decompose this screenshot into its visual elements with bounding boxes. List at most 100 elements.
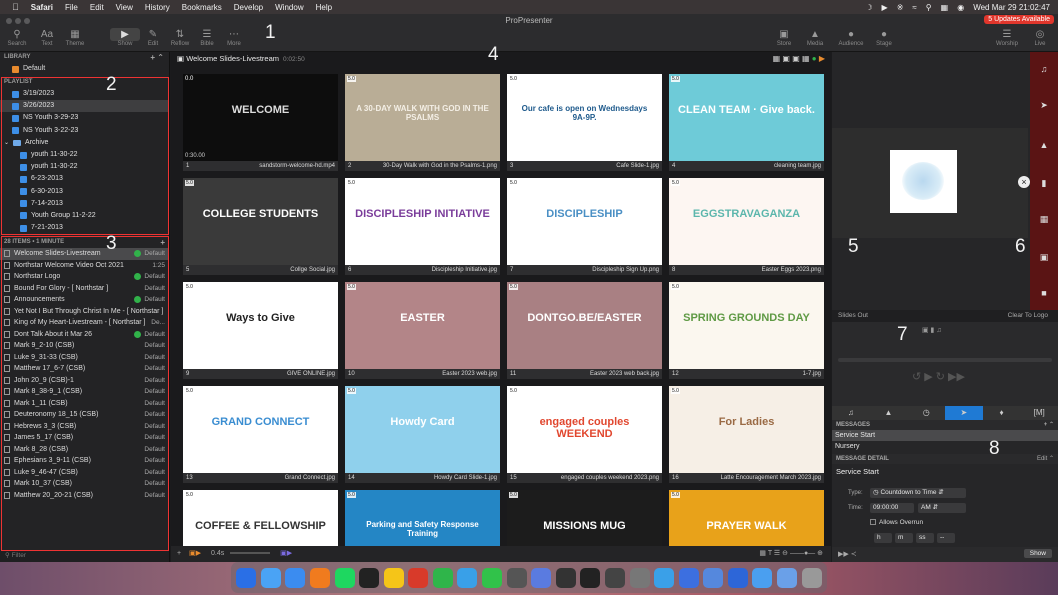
show-button[interactable]: ▶ Show <box>110 28 140 47</box>
menu-view[interactable]: View <box>116 3 133 12</box>
bluetooth-icon[interactable]: ※ <box>897 3 904 12</box>
speed-slider[interactable] <box>230 552 271 555</box>
spotlight-icon[interactable]: ⚲ <box>926 3 932 12</box>
format-minutes[interactable]: m <box>895 533 913 543</box>
dock-app-icon[interactable] <box>482 567 503 588</box>
slide-thumbnail[interactable]: Parking and Safety Response Training 5.0 <box>345 490 500 554</box>
slide-thumbnail[interactable]: EGGSTRAVAGANZA 5.0 8 Easter Eggs 2023.png <box>669 178 824 275</box>
dock-app-icon[interactable] <box>752 567 773 588</box>
message-footer-icons[interactable]: ▶▶ ≺ <box>838 550 857 558</box>
moon-icon[interactable]: ☽ <box>865 3 872 12</box>
dock-app-icon[interactable] <box>285 567 306 588</box>
format-ampm[interactable]: -- <box>937 533 955 543</box>
store-button[interactable]: ▣ Store <box>769 28 799 47</box>
dock-app-icon[interactable] <box>310 567 331 588</box>
library-item-default[interactable]: Default <box>0 63 169 75</box>
message-item[interactable]: Nursery <box>832 441 1058 452</box>
play-icon[interactable]: ▶ <box>882 3 888 12</box>
reflow-button[interactable]: ⇅ Reflow <box>165 28 195 47</box>
dock-app-icon[interactable] <box>236 567 257 588</box>
dock-app-icon[interactable] <box>703 567 724 588</box>
slide-thumbnail[interactable]: Ways to Give 5.0 9 GIVE ONLINE.jpg <box>183 282 338 379</box>
layer-transition-icon[interactable]: ▣▶ <box>280 550 292 557</box>
tab-audio[interactable]: ♫ <box>832 406 870 420</box>
slide-thumbnail[interactable]: EASTER 5.0 10 Easter 2023 web.jpg <box>345 282 500 379</box>
allows-overrun-checkbox[interactable]: Allows Overrun <box>870 519 923 526</box>
slide-layer-icon[interactable]: ▦ <box>1039 214 1049 224</box>
video-icon[interactable]: ■ <box>1039 288 1049 298</box>
slide-thumbnail[interactable]: DISCIPLESHIP INITIATIVE 5.0 6 Discipleship … <box>345 178 500 275</box>
slide-thumbnail[interactable]: For Ladies 5.0 16 Latte Encouragement March… <box>669 386 824 483</box>
updates-available-badge[interactable]: 5 Updates Available <box>984 15 1054 24</box>
media-mode-icons[interactable]: ▣ ▮ ♫ <box>922 326 942 334</box>
stage-button[interactable]: ● Stage <box>869 28 899 47</box>
messages-add-icon[interactable]: + ⌃ <box>1044 420 1054 430</box>
apple-menu-icon[interactable]:  <box>12 2 19 12</box>
control-center-icon[interactable]: ▦ <box>941 3 949 12</box>
wifi-icon[interactable]: ≈ <box>912 3 916 12</box>
slides-out-select[interactable]: Slides Out <box>838 312 868 319</box>
transport-controls[interactable]: ↺ ▶ ↻ ▶▶ <box>912 370 965 383</box>
type-select[interactable]: ◷ Countdown to Time ⇵ <box>870 488 966 498</box>
worship-button[interactable]: ☰ Worship <box>992 28 1022 47</box>
slide-thumbnail[interactable]: MISSIONS MUG 5.0 <box>507 490 662 554</box>
slide-thumbnail[interactable]: COFFEE & FELLOWSHIP 5.0 <box>183 490 338 554</box>
clear-to-logo-button[interactable]: Clear To Logo <box>1008 310 1048 322</box>
tab-messages[interactable]: ➤ <box>945 406 983 420</box>
slide-thumbnail[interactable]: Our cafe is open on Wednesdays 9A-9P. 5.0… <box>507 74 662 171</box>
menu-develop[interactable]: Develop <box>234 3 263 12</box>
slide-thumbnail[interactable]: SPRING GROUNDS DAY 5.0 12 1-7.jpg <box>669 282 824 379</box>
slide-thumbnail[interactable]: WELCOME 0.0 0:30.00 1 sandstorm-welcome-hd.m… <box>183 74 338 171</box>
dock-app-icon[interactable] <box>727 567 748 588</box>
slide-thumbnail[interactable]: DISCIPLESHIP 5.0 7 Discipleship Sign Up.png <box>507 178 662 275</box>
dock-app-icon[interactable] <box>555 567 576 588</box>
zoom-window-button[interactable] <box>24 18 30 24</box>
close-window-button[interactable] <box>6 18 12 24</box>
dock-app-icon[interactable] <box>260 567 281 588</box>
slide-thumbnail[interactable]: A 30-DAY WALK WITH GOD IN THE PSALMS 5.0 2… <box>345 74 500 171</box>
dock-app-icon[interactable] <box>506 567 527 588</box>
audio-icon[interactable]: ♫ <box>1039 64 1049 74</box>
menu-edit[interactable]: Edit <box>90 3 104 12</box>
dock-app-icon[interactable] <box>383 567 404 588</box>
dock-app-icon[interactable] <box>654 567 675 588</box>
tab-timers[interactable]: ◷ <box>907 406 945 420</box>
format-hours[interactable]: h <box>874 533 892 543</box>
text-button[interactable]: Aa Text <box>32 28 62 47</box>
dock-app-icon[interactable] <box>678 567 699 588</box>
grid-view-controls[interactable]: ▦ T ☰ ⊖ ――●― ⊕ <box>759 546 823 562</box>
dock-app-icon[interactable] <box>629 567 650 588</box>
theme-button[interactable]: ▦ Theme <box>60 28 90 47</box>
dock-app-icon[interactable] <box>432 567 453 588</box>
live-button[interactable]: ◎ Live <box>1025 28 1055 47</box>
time-input[interactable]: 09:00:00 <box>870 503 914 513</box>
slide-thumbnail[interactable]: DONTGO.BE/EASTER 5.0 11 Easter 2023 web bac… <box>507 282 662 379</box>
dock-app-icon[interactable] <box>408 567 429 588</box>
media-layer-icon[interactable]: ▣ <box>1039 252 1049 262</box>
clear-icon[interactable]: × <box>1018 176 1030 188</box>
siri-icon[interactable]: ◉ <box>957 3 964 12</box>
slide-thumbnail[interactable]: Howdy Card 5.0 14 Howdy Card Slide-1.jpg <box>345 386 500 483</box>
slide-thumbnail[interactable]: CLEAN TEAM · Give back. 5.0 4 cleaning team… <box>669 74 824 171</box>
dock-app-icon[interactable] <box>531 567 552 588</box>
announcement-icon[interactable]: ➤ <box>1039 100 1049 110</box>
menu-help[interactable]: Help <box>316 3 332 12</box>
props-icon[interactable]: ▲ <box>1039 140 1049 150</box>
slide-thumbnail[interactable]: engaged couples WEEKEND 5.0 15 engaged coup… <box>507 386 662 483</box>
library-add-icon[interactable]: + ⌃ <box>150 52 164 63</box>
ampm-select[interactable]: AM ⇵ <box>918 503 966 513</box>
search-button[interactable]: ⚲ Search <box>2 28 32 47</box>
media-scrubber[interactable] <box>838 358 1052 362</box>
dock-app-icon[interactable] <box>359 567 380 588</box>
bible-button[interactable]: ☰ Bible <box>192 28 222 47</box>
menu-bookmarks[interactable]: Bookmarks <box>182 3 222 12</box>
dock-app-icon[interactable] <box>777 567 797 588</box>
clock[interactable]: Wed Mar 29 21:02:47 <box>973 3 1050 12</box>
slide-thumbnail[interactable]: GRAND CONNECT 5.0 13 Grand Connect.jpg <box>183 386 338 483</box>
tab-layers[interactable]: ♦ <box>983 406 1021 420</box>
dock-app-icon[interactable] <box>580 567 601 588</box>
dock-app-icon[interactable] <box>457 567 478 588</box>
media-button[interactable]: ▲ Media <box>800 28 830 47</box>
slide-thumbnail[interactable]: COLLEGE STUDENTS 5.0 5 Collge Social.jpg <box>183 178 338 275</box>
show-message-button[interactable]: Show <box>1023 549 1052 558</box>
